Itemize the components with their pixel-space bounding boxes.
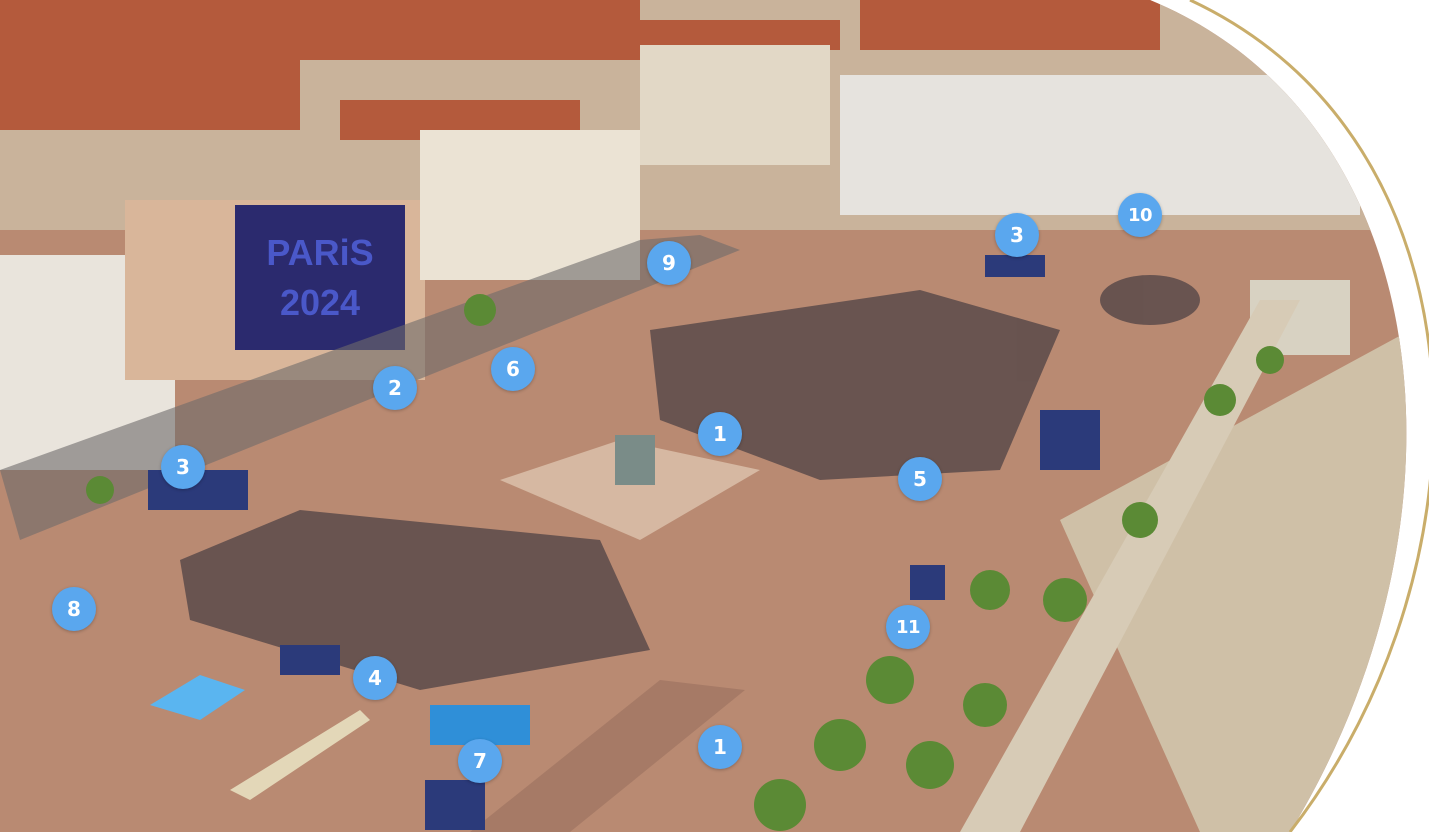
paris-2024-banner [235, 205, 405, 350]
marker-7[interactable]: 7 [458, 739, 502, 783]
marker-1b[interactable]: 1 [698, 725, 742, 769]
marker-5[interactable]: 5 [898, 457, 942, 501]
statue [615, 435, 655, 485]
marker-11[interactable]: 11 [886, 605, 930, 649]
marker-4[interactable]: 4 [353, 656, 397, 700]
marker-3a[interactable]: 3 [161, 445, 205, 489]
marker-10[interactable]: 10 [1118, 193, 1162, 237]
marker-1a[interactable]: 1 [698, 412, 742, 456]
aerial-map: PARiS 2024 1 1 2 3 3 4 5 6 7 8 9 10 11 [0, 0, 1429, 832]
marker-2[interactable]: 2 [373, 366, 417, 410]
marker-6[interactable]: 6 [491, 347, 535, 391]
banner-line1: PARiS [266, 232, 373, 273]
marker-8[interactable]: 8 [52, 587, 96, 631]
marker-3b[interactable]: 3 [995, 213, 1039, 257]
banner-line2: 2024 [280, 282, 360, 323]
marker-9[interactable]: 9 [647, 241, 691, 285]
